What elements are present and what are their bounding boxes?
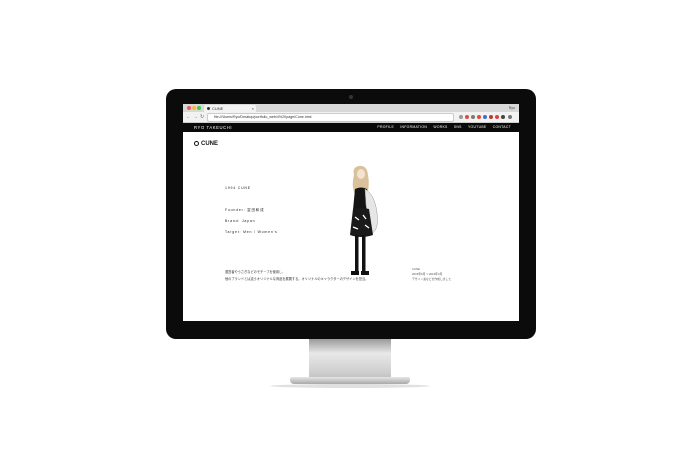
maximize-window-icon[interactable] <box>197 106 201 110</box>
minimize-window-icon[interactable] <box>192 106 196 110</box>
arrow-right-icon[interactable]: → <box>193 113 198 121</box>
fashion-illustration <box>350 165 378 275</box>
browser-tab-bar: CUNE × Ryo <box>183 104 519 112</box>
detail-target: Target: Men / Women's <box>225 230 278 234</box>
detail-founder: Founder: 富田和成 <box>225 208 265 212</box>
url-text: file:///Users/Ryo/Desktop/portfolio_web/… <box>214 115 312 119</box>
nav-works[interactable]: WORKS <box>433 125 447 129</box>
stand-shadow <box>270 384 430 388</box>
tab-title: CUNE <box>212 106 224 111</box>
site-header: RYO TAKEUCHI PROFILE INFORMATION WORKS S… <box>183 123 519 132</box>
close-window-icon[interactable] <box>187 106 191 110</box>
extension-icon[interactable] <box>489 115 493 119</box>
extension-icon[interactable] <box>471 115 475 119</box>
note-line: デザイン案などを作成しました <box>412 277 452 281</box>
arrow-left-icon[interactable]: ← <box>186 113 191 121</box>
extension-icon[interactable] <box>465 115 469 119</box>
user-label[interactable]: Ryo <box>509 104 515 112</box>
reload-icon[interactable]: ↻ <box>200 113 204 121</box>
menu-icon[interactable] <box>508 115 512 119</box>
browser-tab[interactable]: CUNE × <box>204 105 256 112</box>
url-input[interactable]: file:///Users/Ryo/Desktop/portfolio_web/… <box>207 113 454 122</box>
address-bar-row: ← → ↻ file:///Users/Ryo/Desktop/portfoli… <box>183 112 519 123</box>
nav-information[interactable]: INFORMATION <box>400 125 427 129</box>
brand-heading: 1994 CUNE <box>225 186 251 190</box>
extension-icon[interactable] <box>495 115 499 119</box>
monitor-base <box>290 377 410 384</box>
extension-icon[interactable] <box>501 115 505 119</box>
brand-mark-icon <box>194 141 199 146</box>
camera-icon <box>349 95 353 99</box>
extension-icon[interactable] <box>477 115 481 119</box>
brand-name: CUNE <box>201 141 219 147</box>
note-line: 2015年8月 〜2016年3月 <box>412 272 443 276</box>
site-nav: PROFILE INFORMATION WORKS SNS YOUTUBE CO… <box>372 123 511 132</box>
extension-icon[interactable] <box>459 115 463 119</box>
site-logo[interactable]: RYO TAKEUCHI <box>194 123 232 132</box>
description-line: 運営者やうさぎなどのモチーフを使用し、 <box>225 270 286 274</box>
imac-monitor: CUNE × Ryo ← → ↻ file:///Users/Ryo/Deskt… <box>166 89 536 339</box>
favicon-icon <box>207 107 210 110</box>
nav-profile[interactable]: PROFILE <box>377 125 394 129</box>
screen: CUNE × Ryo ← → ↻ file:///Users/Ryo/Deskt… <box>183 104 519 321</box>
nav-youtube[interactable]: YOUTUBE <box>468 125 487 129</box>
nav-contact[interactable]: CONTACT <box>493 125 511 129</box>
detail-brand: Brand: Japan <box>225 219 256 223</box>
nav-sns[interactable]: SNS <box>454 125 462 129</box>
note-line: CUNE <box>412 267 420 271</box>
close-tab-icon[interactable]: × <box>252 105 254 112</box>
extension-icon[interactable] <box>483 115 487 119</box>
monitor-stand <box>309 339 391 380</box>
